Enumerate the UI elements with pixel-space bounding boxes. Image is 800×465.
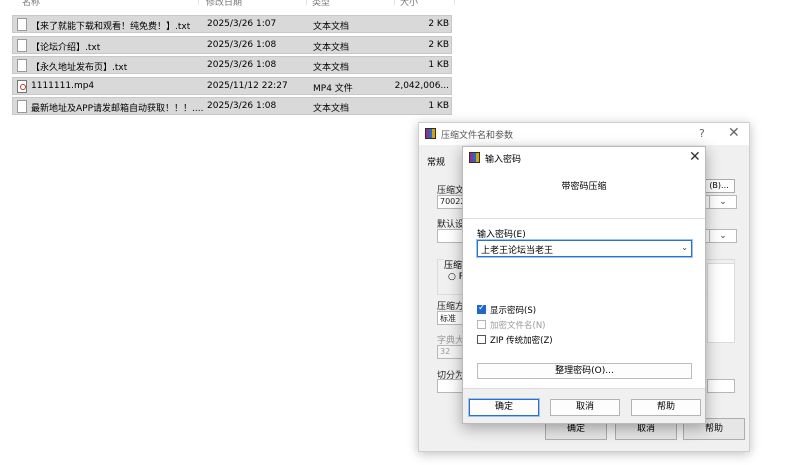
checkbox-label: ZIP 传统加密(Z) — [490, 336, 553, 346]
browse-button[interactable]: (B)... — [703, 179, 735, 193]
method-value: 标准 — [440, 314, 456, 323]
column-header-date[interactable]: 修改日期 — [206, 0, 242, 8]
column-separator[interactable] — [198, 0, 199, 5]
password-label: 输入密码(E) — [477, 230, 526, 240]
file-size: 2 KB — [428, 19, 449, 29]
file-date: 2025/11/12 22:27 — [207, 81, 288, 91]
dialog-titlebar[interactable]: 压缩文件名和参数 ? ✕ — [419, 123, 749, 145]
ok-button[interactable]: 确定 — [468, 398, 540, 417]
file-type: 文本文档 — [313, 63, 350, 73]
dialog-body: 输入密码(E) 上老王论坛当老王 ⌄ 显示密码(S) 加密文件名(N) ZIP … — [463, 219, 705, 389]
file-size: 2,042,006... — [394, 81, 449, 91]
file-name: 1111111.mp4 — [31, 81, 95, 91]
file-date: 2025/3/26 1:07 — [207, 19, 277, 29]
file-type: MP4 文件 — [313, 84, 353, 94]
winrar-icon — [469, 152, 480, 163]
file-row[interactable]: 1111111.mp4 2025/11/12 22:27 MP4 文件 2,04… — [12, 77, 452, 95]
password-value: 上老王论坛当老王 — [481, 246, 554, 256]
checkbox-label: 显示密码(S) — [490, 306, 537, 316]
cancel-button[interactable]: 取消 — [550, 399, 620, 416]
dialog-title: 压缩文件名和参数 — [441, 131, 514, 141]
help-button[interactable]: 帮助 — [631, 399, 701, 416]
dialog-header: 带密码压缩 — [463, 169, 705, 219]
dialog-titlebar[interactable]: 输入密码 ✕ — [463, 147, 705, 169]
file-date: 2025/3/26 1:08 — [207, 60, 277, 70]
file-type: 文本文档 — [313, 43, 350, 53]
checkbox-disabled — [477, 320, 486, 329]
chevron-down-icon[interactable]: ⌄ — [709, 195, 737, 209]
file-row[interactable]: 【论坛介绍】.txt 2025/3/26 1:08 文本文档 2 KB — [12, 36, 452, 54]
split-unit-field[interactable] — [707, 379, 735, 393]
password-dialog: 输入密码 ✕ 带密码压缩 输入密码(E) 上老王论坛当老王 ⌄ 显示密码(S) … — [462, 146, 706, 424]
password-input[interactable]: 上老王论坛当老王 ⌄ — [476, 239, 693, 258]
file-name: 最新地址及APP请发邮箱自动获取！！！.... — [31, 104, 203, 114]
organize-passwords-button[interactable]: 整理密码(O)... — [477, 363, 692, 379]
column-separator[interactable] — [306, 0, 307, 5]
tab-general[interactable]: 常规 — [427, 155, 445, 168]
file-list: 名称 修改日期 类型 大小 【来了就能下载和观看！纯免费！】.txt 2025/… — [0, 0, 460, 120]
encrypt-filenames-checkbox[interactable]: 加密文件名(N) — [477, 319, 627, 331]
file-row[interactable]: 最新地址及APP请发邮箱自动获取！！！.... 2025/3/26 1:08 文… — [12, 97, 452, 115]
column-header-type[interactable]: 类型 — [312, 0, 330, 8]
chevron-down-icon[interactable]: ⌄ — [709, 229, 737, 243]
column-header-name[interactable]: 名称 — [22, 0, 40, 8]
checkbox-unchecked[interactable] — [477, 335, 486, 344]
header-text: 带密码压缩 — [561, 182, 607, 192]
text-file-icon — [17, 59, 27, 72]
close-icon[interactable]: ✕ — [728, 125, 740, 141]
file-date: 2025/3/26 1:08 — [207, 40, 277, 50]
checkbox-label: 加密文件名(N) — [490, 321, 546, 331]
video-file-icon — [17, 80, 27, 93]
text-file-icon — [17, 39, 27, 52]
dialog-title: 输入密码 — [485, 155, 522, 165]
file-row[interactable]: 【来了就能下载和观看！纯免费！】.txt 2025/3/26 1:07 文本文档… — [12, 15, 452, 33]
file-name: 【永久地址发布页】.txt — [31, 63, 128, 73]
help-icon[interactable]: ? — [699, 127, 705, 140]
show-password-checkbox[interactable]: 显示密码(S) — [477, 303, 627, 316]
file-size: 2 KB — [428, 40, 449, 50]
column-separator[interactable] — [454, 0, 455, 5]
dictionary-value: 32 — [440, 347, 451, 356]
file-type: 文本文档 — [313, 22, 350, 32]
close-icon[interactable]: ✕ — [689, 149, 701, 165]
file-size: 1 KB — [428, 101, 449, 111]
chevron-down-icon[interactable]: ⌄ — [681, 243, 688, 252]
file-type: 文本文档 — [313, 104, 350, 114]
column-separator[interactable] — [394, 0, 395, 5]
column-header-size[interactable]: 大小 — [400, 0, 418, 8]
checkbox-checked[interactable] — [477, 303, 486, 314]
zip-legacy-encryption-checkbox[interactable]: ZIP 传统加密(Z) — [477, 334, 627, 346]
column-header: 名称 修改日期 类型 大小 — [0, 0, 460, 8]
file-row[interactable]: 【永久地址发布页】.txt 2025/3/26 1:08 文本文档 1 KB — [12, 56, 452, 74]
winrar-icon — [425, 128, 436, 139]
file-size: 1 KB — [428, 60, 449, 70]
file-name: 【来了就能下载和观看！纯免费！】.txt — [31, 22, 191, 32]
text-file-icon — [17, 18, 27, 31]
text-file-icon — [17, 100, 27, 113]
options-panel — [707, 263, 735, 343]
file-name: 【论坛介绍】.txt — [31, 43, 101, 53]
file-date: 2025/3/26 1:08 — [207, 101, 277, 111]
